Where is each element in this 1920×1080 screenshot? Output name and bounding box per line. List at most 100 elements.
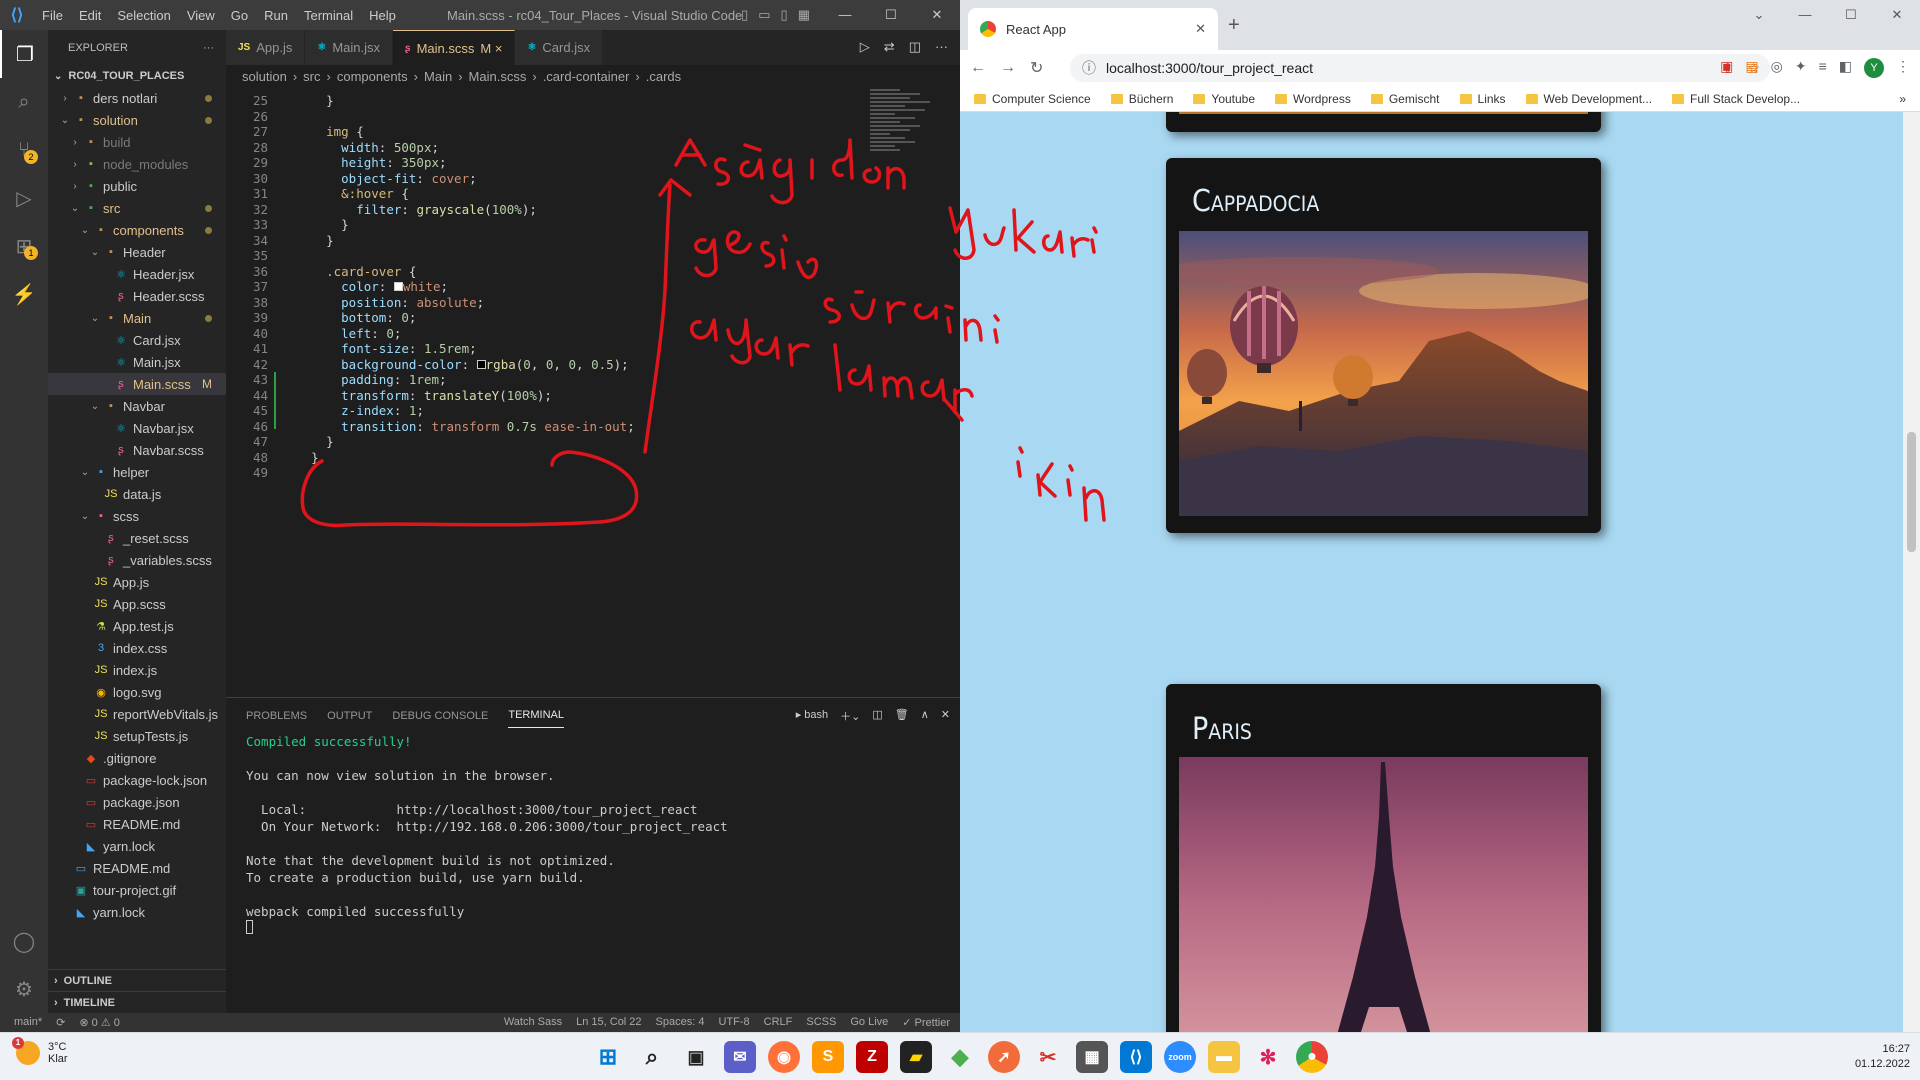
extensions-icon[interactable]: ⊞ 1	[0, 222, 48, 270]
filezilla-icon[interactable]: Z	[856, 1041, 888, 1073]
bookmark-item[interactable]: Full Stack Develop...	[1672, 92, 1800, 106]
vscode-taskbar-icon[interactable]: ⟨⟩	[1120, 1041, 1152, 1073]
system-clock[interactable]: 16:27 01.12.2022	[1855, 1042, 1910, 1072]
menu-item[interactable]: Run	[264, 8, 288, 23]
editor-tab[interactable]: JS App.js	[226, 30, 306, 65]
editor-tab[interactable]: ⚛ Card.jsx	[515, 30, 604, 65]
bookmark-item[interactable]: Büchern	[1110, 92, 1173, 106]
panel-tab[interactable]: OUTPUT	[327, 710, 372, 722]
tree-item[interactable]: ⌄ ▪ components	[48, 219, 226, 241]
workspace-root[interactable]: ⌄ RC04_TOUR_PLACES	[48, 65, 226, 87]
profile-avatar[interactable]: Y	[1864, 58, 1884, 78]
compare-icon[interactable]: ⇄	[884, 39, 895, 55]
breadcrumb-item[interactable]: .card-container	[543, 69, 630, 84]
back-icon[interactable]: ←	[970, 59, 986, 77]
tree-item[interactable]: ▭ package-lock.json	[48, 769, 226, 791]
timeline-section[interactable]: › TIMELINE	[48, 991, 226, 1013]
reload-icon[interactable]: ↻	[1030, 58, 1043, 78]
editor-tab[interactable]: ʂ Main.scss M ×	[393, 30, 516, 65]
menu-item[interactable]: Help	[369, 8, 396, 23]
minimize-icon[interactable]: —	[822, 7, 868, 23]
tree-item[interactable]: ⌄ ▪ Header	[48, 241, 226, 263]
tree-item[interactable]: ▭ package.json	[48, 791, 226, 813]
tab-search-icon[interactable]: ⌄	[1736, 0, 1782, 30]
firefox-icon[interactable]: ◉	[768, 1041, 800, 1073]
tree-item[interactable]: ⌄ ▪ Main	[48, 307, 226, 329]
tree-item[interactable]: ⚛ Main.jsx	[48, 351, 226, 373]
toggle-sidebar-icon[interactable]: ▯	[741, 7, 748, 23]
status-item[interactable]: SCSS	[806, 1016, 836, 1029]
tab-status-close[interactable]: M ×	[480, 41, 502, 56]
status-item[interactable]: UTF-8	[718, 1016, 749, 1029]
forward-icon[interactable]: →	[1000, 59, 1016, 77]
tree-item[interactable]: JS index.js	[48, 659, 226, 681]
extension-circle-icon[interactable]: ◎	[1771, 58, 1783, 78]
tree-item[interactable]: ⌄ ▪ scss	[48, 505, 226, 527]
tree-item[interactable]: 3 index.css	[48, 637, 226, 659]
start-icon[interactable]: ⊞	[592, 1041, 624, 1073]
weather-widget[interactable]: 1 3°C Klar	[12, 1037, 68, 1065]
tree-item[interactable]: ◉ logo.svg	[48, 681, 226, 703]
file-explorer-icon[interactable]: ▬	[1208, 1041, 1240, 1073]
status-item[interactable]: Go Live	[850, 1016, 888, 1029]
tree-item[interactable]: ⚗ App.test.js	[48, 615, 226, 637]
maximize-panel-icon[interactable]: ∧	[921, 708, 929, 724]
close-panel-icon[interactable]: ✕	[941, 708, 950, 724]
tree-item[interactable]: › ▪ public	[48, 175, 226, 197]
search-icon[interactable]: ⌕	[0, 78, 48, 126]
status-item[interactable]: main*	[14, 1016, 42, 1029]
status-item[interactable]: Spaces: 4	[656, 1016, 705, 1029]
tree-item[interactable]: ▭ README.md	[48, 857, 226, 879]
terminal-cursor[interactable]	[246, 920, 940, 937]
account-icon[interactable]: ◯	[0, 917, 48, 965]
menu-item[interactable]: Go	[231, 8, 248, 23]
run-debug-icon[interactable]: ▷	[0, 174, 48, 222]
menu-item[interactable]: Edit	[79, 8, 101, 23]
new-tab-icon[interactable]: +	[1228, 14, 1240, 37]
tree-item[interactable]: ▣ tour-project.gif	[48, 879, 226, 901]
tree-item[interactable]: ʂ _reset.scss	[48, 527, 226, 549]
chrome-close-icon[interactable]: ✕	[1874, 0, 1920, 30]
tree-item[interactable]: › ▪ build	[48, 131, 226, 153]
tree-item[interactable]: ⌄ ▪ helper	[48, 461, 226, 483]
manage-gear-icon[interactable]: ⚙	[0, 965, 48, 1013]
calculator-icon[interactable]: ▦	[1076, 1041, 1108, 1073]
tree-item[interactable]: ⌄ ▪ src	[48, 197, 226, 219]
menu-item[interactable]: Terminal	[304, 8, 353, 23]
close-icon[interactable]: ✕	[914, 7, 960, 23]
bookmark-item[interactable]: Links	[1459, 92, 1506, 106]
extension-puzzle-icon[interactable]: ✦	[1795, 58, 1807, 78]
outline-section[interactable]: › OUTLINE	[48, 969, 226, 991]
tree-item[interactable]: ʂ Navbar.scss	[48, 439, 226, 461]
page-scrollbar[interactable]	[1903, 112, 1920, 1032]
address-bar[interactable]: ⓘ localhost:3000/tour_project_react ⇪ ☆	[1070, 54, 1770, 82]
status-item[interactable]: ⊗ 0 ⚠ 0	[79, 1016, 119, 1029]
more-bookmarks-icon[interactable]: »	[1899, 92, 1906, 106]
tree-item[interactable]: ◣ yarn.lock	[48, 835, 226, 857]
scrollbar-thumb[interactable]	[1907, 432, 1916, 552]
code-editor[interactable]: 25 } 26 27 img {28 width: 500px; 29 height:…	[226, 87, 960, 697]
extension-red-icon[interactable]: ▣	[1720, 58, 1733, 78]
chrome-taskbar-icon[interactable]: ●	[1296, 1041, 1328, 1073]
status-item[interactable]: CRLF	[764, 1016, 793, 1029]
side-panel-icon[interactable]: ◧	[1839, 58, 1852, 78]
tree-item[interactable]: ◣ yarn.lock	[48, 901, 226, 923]
chrome-minimize-icon[interactable]: —	[1782, 0, 1828, 30]
tree-item[interactable]: ⚛ Header.jsx	[48, 263, 226, 285]
explorer-icon[interactable]: ❐	[0, 30, 48, 78]
run-icon[interactable]: ▷	[860, 39, 870, 55]
chrome-menu-icon[interactable]: ⋮	[1896, 58, 1910, 78]
menu-item[interactable]: File	[42, 8, 63, 23]
tree-item[interactable]: JS reportWebVitals.js	[48, 703, 226, 725]
postman-icon[interactable]: ➚	[988, 1041, 1020, 1073]
menu-item[interactable]: View	[187, 8, 215, 23]
bookmark-item[interactable]: Web Development...	[1525, 92, 1652, 106]
extension-orange-icon[interactable]: ▤	[1745, 58, 1758, 78]
editor-tab[interactable]: ⚛ Main.jsx	[305, 30, 394, 65]
panel-tab[interactable]: TERMINAL	[508, 703, 564, 728]
panel-tab[interactable]: DEBUG CONSOLE	[392, 710, 488, 722]
tree-item[interactable]: ⌄ ▪ Navbar	[48, 395, 226, 417]
source-control-icon[interactable]: ⑂ 2	[0, 126, 48, 174]
sublime-icon[interactable]: S	[812, 1041, 844, 1073]
trash-icon[interactable]: 🗑	[895, 708, 909, 724]
